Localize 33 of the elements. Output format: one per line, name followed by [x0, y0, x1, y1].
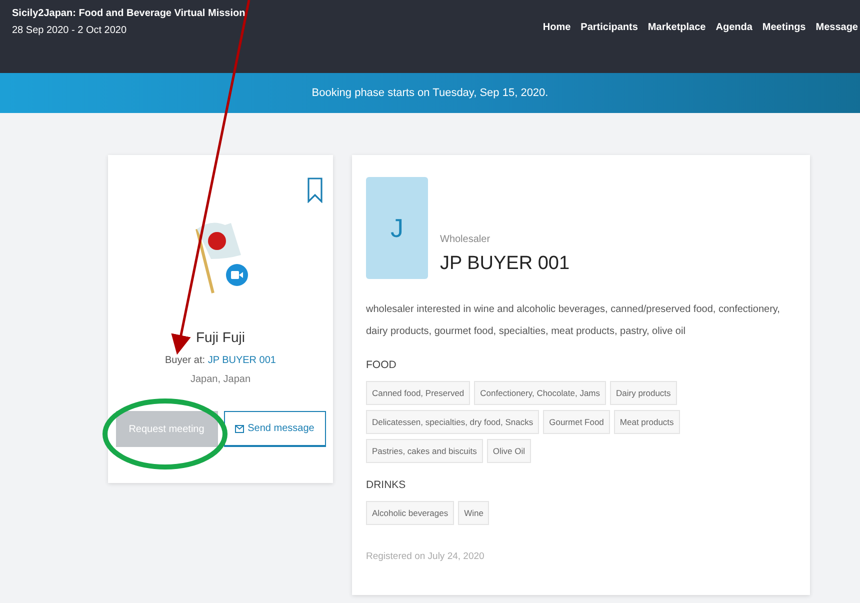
category-title: FOOD — [366, 359, 398, 371]
booking-banner: Booking phase starts on Tuesday, Sep 15, 2020. — [0, 73, 860, 113]
category-tag: Gourmet Food — [543, 410, 610, 434]
category-tag: Pastries, cakes and biscuits — [366, 439, 483, 463]
category-tag: Dairy products — [610, 381, 677, 405]
company-type: Wholesaler — [440, 234, 492, 245]
category-tag: Canned food, Preserved — [366, 381, 470, 405]
category-tag: Meat products — [614, 410, 680, 434]
nav-link[interactable]: Marketplace — [648, 22, 706, 73]
event-dates: 28 Sep 2020 - 2 Oct 2020 — [12, 25, 128, 36]
person-name: Fuji Fuji — [196, 329, 245, 345]
bookmark-icon[interactable] — [307, 177, 323, 203]
send-message-button[interactable]: Send message — [224, 411, 326, 447]
registered-date: Registered on July 24, 2020 — [366, 551, 486, 562]
nav-link[interactable]: Agenda — [716, 22, 752, 73]
category-tag: Wine — [458, 501, 490, 525]
category-tag: Alcoholic beverages — [366, 501, 454, 525]
company-logo: J — [366, 177, 428, 279]
company-name: JP BUYER 001 — [440, 253, 570, 275]
nav-link[interactable]: Participants — [580, 22, 638, 73]
envelope-icon — [234, 424, 244, 432]
company-link[interactable]: JP BUYER 001 — [208, 355, 276, 366]
category-tag: Olive Oil — [486, 439, 532, 463]
category-title: DRINKS — [366, 479, 407, 491]
nav-link[interactable]: Message — [816, 22, 858, 73]
event-title: Sicily2Japan: Food and Beverage Virtual Mission — [12, 8, 246, 19]
nav-link[interactable]: Home — [542, 22, 571, 73]
nav-link[interactable]: Meetings — [762, 22, 806, 73]
location-text: Japan, Japan — [190, 374, 251, 385]
company-description: wholesaler interested in wine and alcoholic beverages, canned/preserved food, confectionery, dairy products, gourmet food, specialties, meat products, pastry, olive oil — [366, 303, 781, 339]
category-tag: Confectionery, Chocolate, Jams — [474, 381, 606, 405]
role-text: Buyer at: JP BUYER 001 — [165, 355, 276, 366]
category-tag: Delicatessen, specialties, dry food, Snacks — [366, 410, 540, 434]
